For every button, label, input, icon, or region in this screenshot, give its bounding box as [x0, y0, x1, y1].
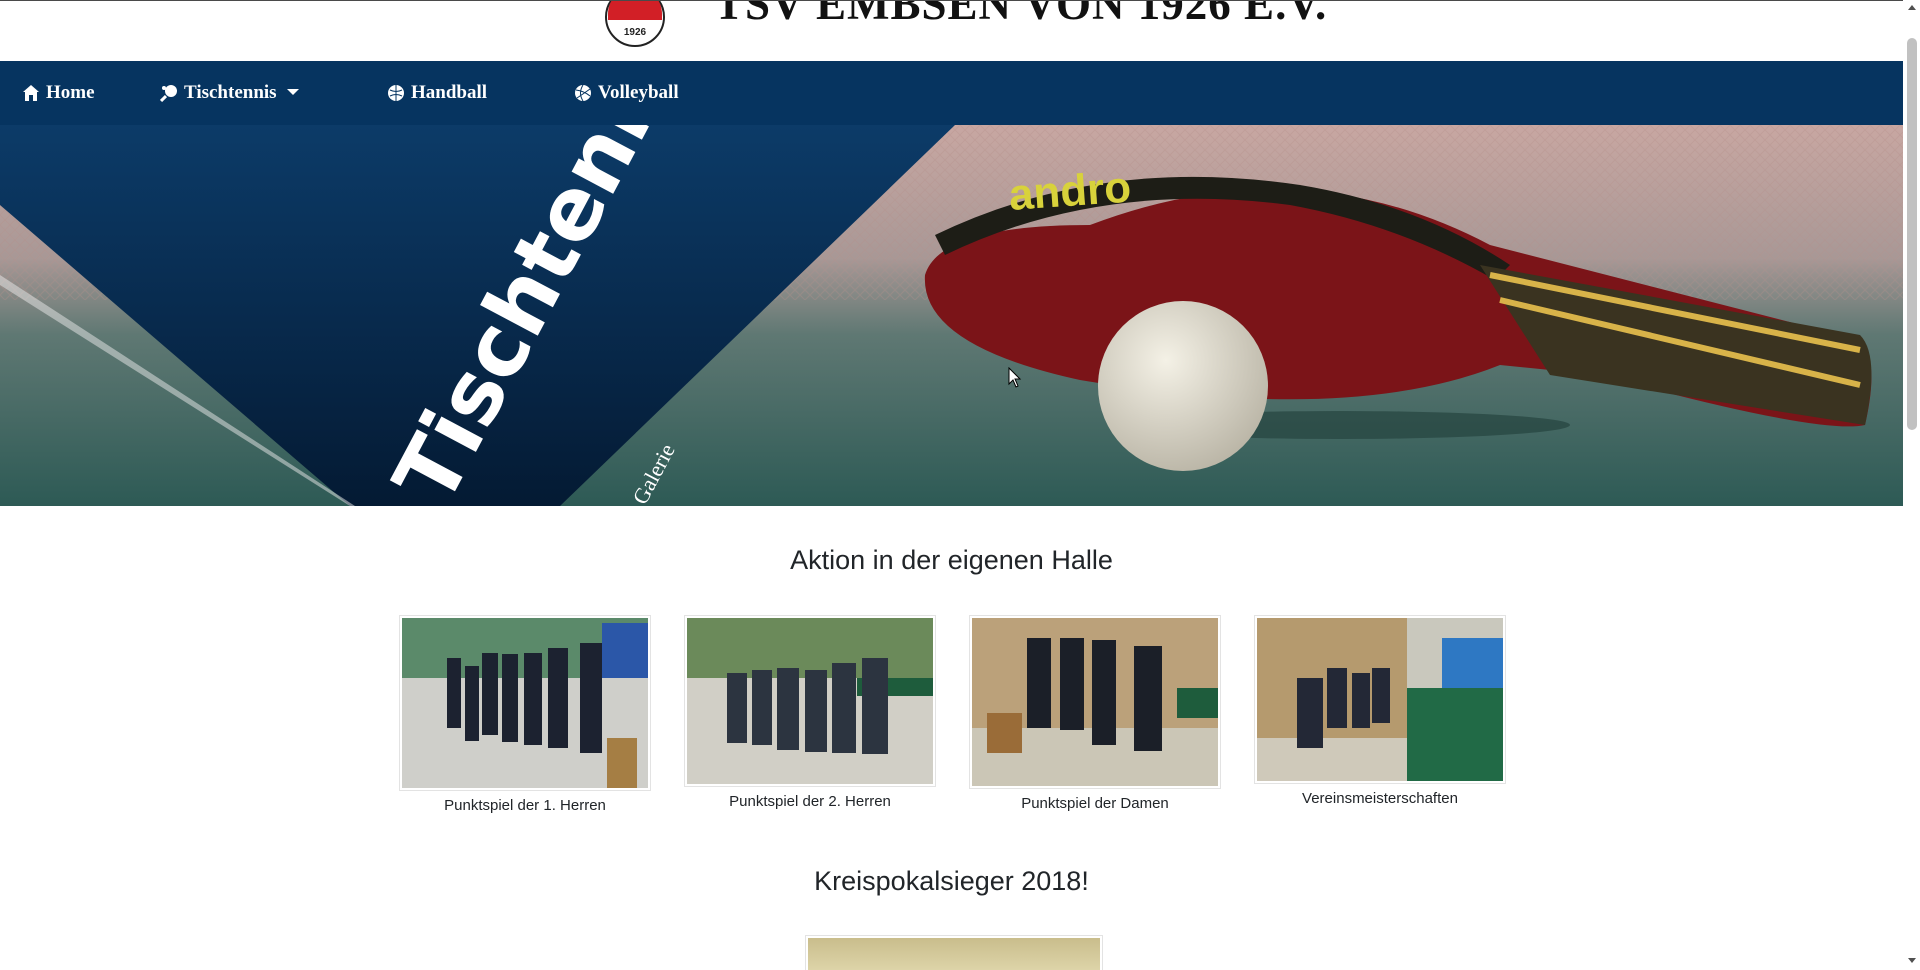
handball-icon — [388, 85, 404, 101]
nav-handball-label: Handball — [411, 82, 488, 103]
hero-banner: andro Tischtennis Galerie — [0, 125, 1903, 506]
scroll-down-arrow-icon[interactable] — [1908, 958, 1916, 963]
gallery-caption: Punktspiel der 2. Herren — [729, 793, 891, 810]
nav-handball[interactable]: Handball — [387, 61, 487, 125]
main-navbar: Home Tischtennis Handball Volleyball — [0, 61, 1903, 125]
volleyball-icon — [575, 84, 591, 102]
gallery-caption: Vereinsmeisterschaften — [1302, 790, 1458, 807]
photo-herren-2[interactable] — [684, 615, 936, 787]
gallery-item[interactable]: Punktspiel der 2. Herren — [683, 615, 937, 810]
scrollbar-thumb[interactable] — [1907, 38, 1917, 430]
photo-damen[interactable] — [969, 615, 1221, 789]
logo-year: 1926 — [624, 27, 647, 38]
ping-pong-ball — [1098, 301, 1268, 471]
nav-tischtennis[interactable]: Tischtennis — [160, 61, 299, 125]
paddle-brand-text: andro — [1007, 163, 1132, 220]
gallery-caption: Punktspiel der 1. Herren — [444, 797, 606, 814]
mouse-cursor-icon — [1008, 367, 1022, 388]
site-header: 1926 TSV EMBSEN VON 1926 E.V. — [0, 0, 1903, 61]
gallery-item[interactable]: Punktspiel der 1. Herren — [398, 615, 652, 814]
nav-home[interactable]: Home — [22, 61, 95, 125]
table-tennis-icon — [160, 85, 177, 102]
photo-kreispokal[interactable] — [805, 935, 1103, 970]
nav-tischtennis-label: Tischtennis — [184, 82, 277, 103]
site-title: TSV EMBSEN VON 1926 E.V. — [714, 0, 1328, 29]
chevron-down-icon — [286, 88, 299, 95]
gallery-caption: Punktspiel der Damen — [1021, 795, 1169, 812]
gallery-item[interactable]: Vereinsmeisterschaften — [1253, 615, 1507, 807]
gallery-item[interactable]: Punktspiel der Damen — [968, 615, 1222, 812]
vertical-scrollbar[interactable] — [1903, 0, 1920, 967]
nav-volleyball-label: Volleyball — [598, 82, 679, 103]
window-top-border — [0, 0, 1903, 1]
nav-volleyball[interactable]: Volleyball — [574, 61, 679, 125]
section-title-aktion: Aktion in der eigenen Halle — [790, 545, 1113, 575]
home-icon — [23, 85, 39, 101]
section-title-kreispokal: Kreispokalsieger 2018! — [814, 866, 1089, 896]
photo-vereinsmeisterschaften[interactable] — [1254, 615, 1506, 784]
scroll-up-arrow-icon[interactable] — [1908, 5, 1916, 10]
nav-home-label: Home — [46, 82, 95, 103]
club-logo[interactable]: 1926 — [604, 0, 666, 48]
photo-herren-1[interactable] — [399, 615, 651, 791]
